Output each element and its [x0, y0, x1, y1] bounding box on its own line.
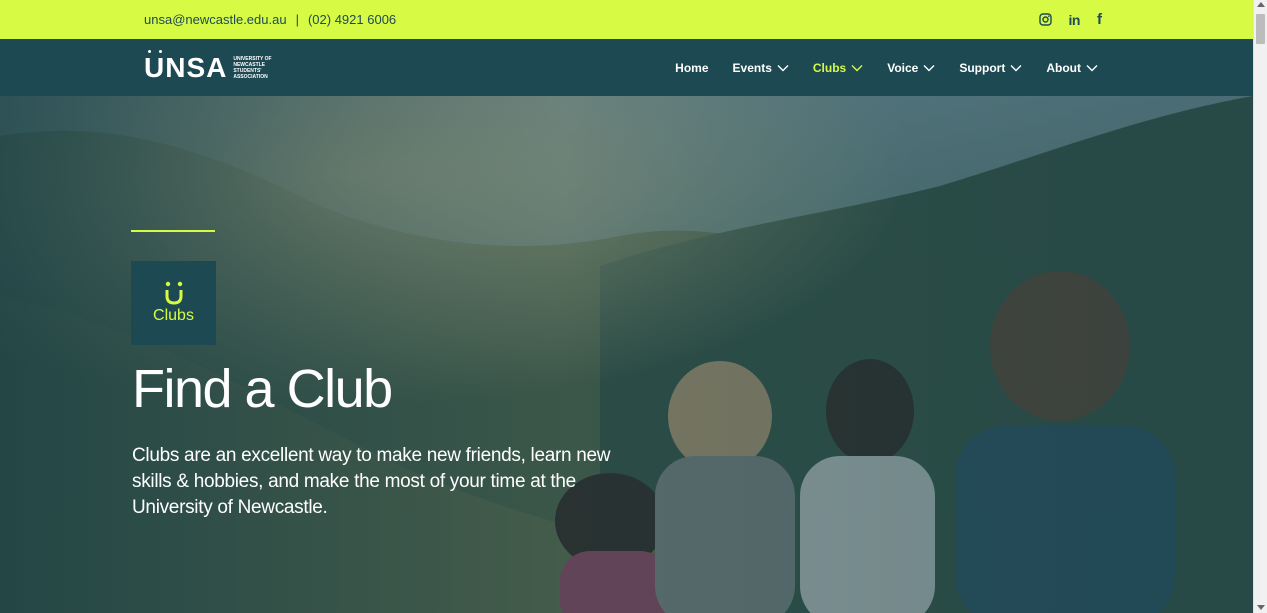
- scroll-down-arrow-icon[interactable]: [1257, 605, 1265, 610]
- smile-u-icon: [165, 281, 182, 305]
- contact-info: unsa@newcastle.edu.au | (02) 4921 6006: [144, 12, 396, 27]
- nav-clubs[interactable]: Clubs: [813, 61, 863, 75]
- nav-voice[interactable]: Voice: [887, 61, 935, 75]
- nav-about[interactable]: About: [1046, 61, 1098, 75]
- chevron-down-icon: [777, 64, 789, 71]
- nav-support[interactable]: Support: [959, 61, 1022, 75]
- chevron-down-icon: [923, 64, 935, 71]
- chevron-down-icon: [1086, 64, 1098, 71]
- contact-email-link[interactable]: unsa@newcastle.edu.au: [144, 12, 287, 27]
- contact-phone-link[interactable]: (02) 4921 6006: [308, 12, 396, 27]
- contact-separator: |: [295, 12, 299, 27]
- vertical-scrollbar[interactable]: [1253, 0, 1267, 613]
- accent-divider: [131, 230, 215, 232]
- nav-home[interactable]: Home: [675, 61, 708, 75]
- main-navigation-bar: UNSA University of Newcastle Students' A…: [0, 39, 1253, 96]
- hero-overlay: [0, 96, 1253, 613]
- primary-nav: Home Events Clubs Voice Support About: [675, 61, 1098, 75]
- social-links: in f: [1038, 11, 1102, 29]
- scroll-thumb[interactable]: [1256, 14, 1265, 44]
- nav-events[interactable]: Events: [733, 61, 789, 75]
- top-contact-bar: unsa@newcastle.edu.au | (02) 4921 6006 i…: [0, 0, 1253, 39]
- chevron-down-icon: [851, 64, 863, 71]
- badge-label: Clubs: [153, 307, 194, 324]
- instagram-icon[interactable]: [1038, 11, 1052, 29]
- linkedin-icon[interactable]: in: [1069, 11, 1081, 29]
- chevron-down-icon: [1010, 64, 1022, 71]
- unsa-logo[interactable]: UNSA University of Newcastle Students' A…: [144, 49, 283, 83]
- logo-subtitle: University of Newcastle Students' Associ…: [233, 55, 272, 80]
- scroll-up-arrow-icon[interactable]: [1257, 2, 1265, 7]
- page-title: Find a Club: [132, 359, 393, 419]
- facebook-icon[interactable]: f: [1097, 11, 1102, 29]
- logo-wordmark: UNSA: [144, 49, 228, 83]
- clubs-badge: Clubs: [131, 261, 216, 345]
- hero-description: Clubs are an excellent way to make new f…: [132, 445, 611, 518]
- hero-section: Clubs Find a Club Clubs are an excellent…: [0, 96, 1253, 613]
